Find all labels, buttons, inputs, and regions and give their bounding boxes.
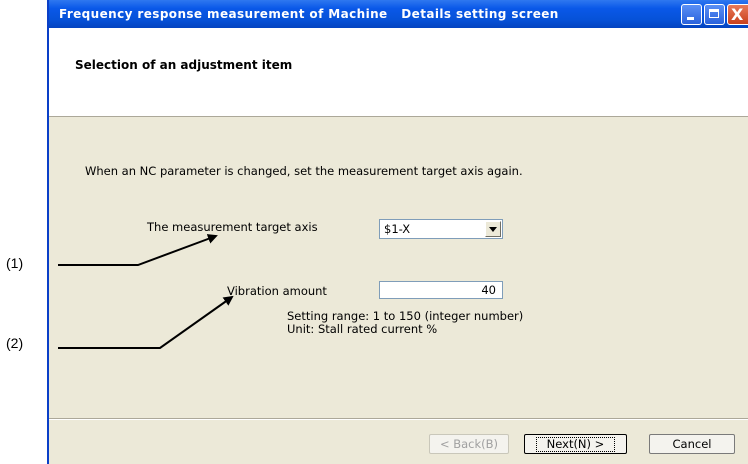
callout-arrows	[58, 234, 234, 349]
callout-arrow-1	[58, 234, 218, 266]
callout-arrow-2	[58, 295, 234, 349]
